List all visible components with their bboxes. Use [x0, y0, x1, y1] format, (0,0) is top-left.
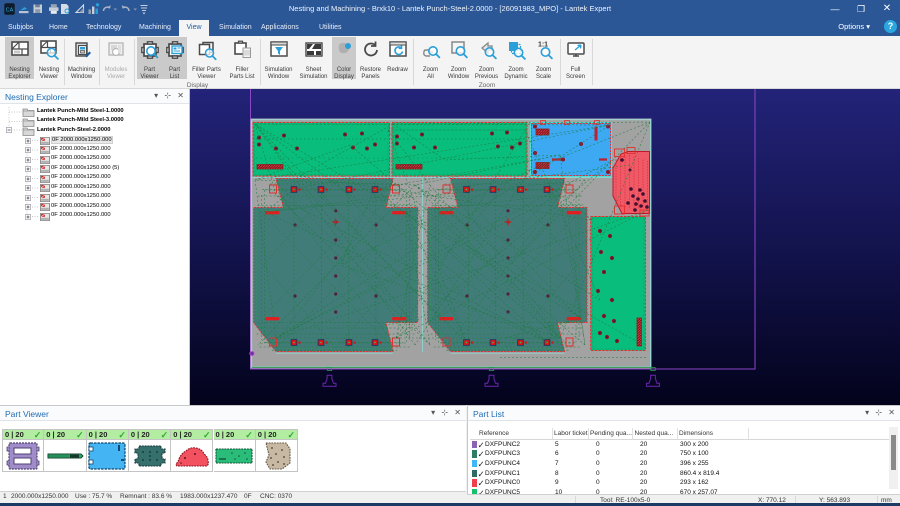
svg-text:CA: CA: [6, 8, 14, 14]
